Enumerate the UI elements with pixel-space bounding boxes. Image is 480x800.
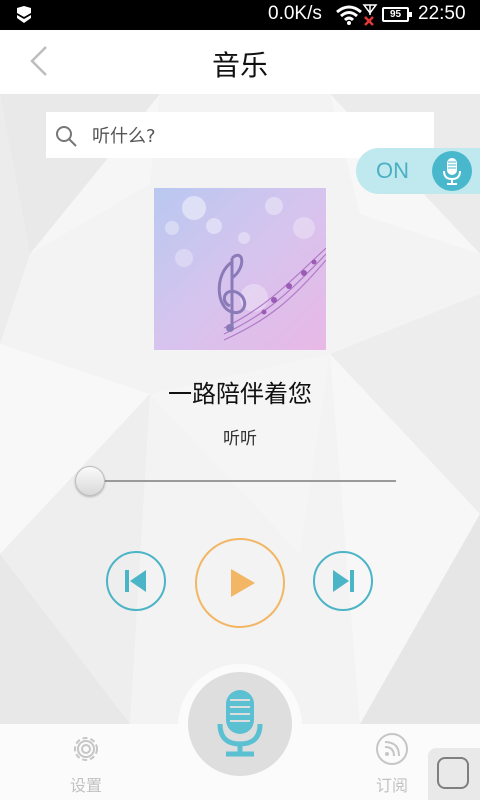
album-cover xyxy=(154,188,326,350)
song-title: 一路陪伴着您 xyxy=(168,380,312,408)
network-speed: 0.0K/s xyxy=(268,3,322,24)
toggle-knob xyxy=(432,151,472,191)
rss-icon xyxy=(376,733,408,765)
skip-previous-icon xyxy=(125,570,146,592)
toggle-label: ON xyxy=(376,158,409,183)
previous-button[interactable] xyxy=(106,551,166,611)
square-icon xyxy=(437,757,469,789)
skip-next-icon xyxy=(333,570,354,592)
progress-track[interactable] xyxy=(90,480,396,482)
status-bar: 0.0K/s 95 22:50 xyxy=(0,0,480,30)
wifi-icon xyxy=(336,5,362,25)
floating-assist-button[interactable] xyxy=(428,748,480,800)
play-button[interactable] xyxy=(195,538,285,628)
app-header: 音乐 xyxy=(0,30,480,94)
page-title: 音乐 xyxy=(211,49,268,82)
microphone-icon xyxy=(443,158,461,185)
gear-icon xyxy=(74,737,98,761)
shield-icon xyxy=(17,6,31,23)
clock: 22:50 xyxy=(418,3,466,24)
next-button[interactable] xyxy=(313,551,373,611)
microphone-icon xyxy=(217,690,263,757)
search-icon xyxy=(56,126,77,147)
play-icon xyxy=(231,569,255,597)
tab-subscribe[interactable]: 订阅 xyxy=(362,732,422,796)
tab-settings-label: 设置 xyxy=(69,776,102,795)
tab-subscribe-label: 订阅 xyxy=(375,776,408,795)
voice-input-button[interactable] xyxy=(188,672,292,776)
music-note-artwork-icon xyxy=(154,188,326,350)
no-signal-icon xyxy=(362,4,378,26)
voice-toggle[interactable]: ON xyxy=(356,148,480,194)
progress-thumb[interactable] xyxy=(75,466,105,496)
artist-name: 听听 xyxy=(223,429,257,449)
battery-icon: 95 xyxy=(382,7,412,22)
tab-settings[interactable]: 设置 xyxy=(56,732,116,796)
search-input[interactable] xyxy=(90,120,414,152)
